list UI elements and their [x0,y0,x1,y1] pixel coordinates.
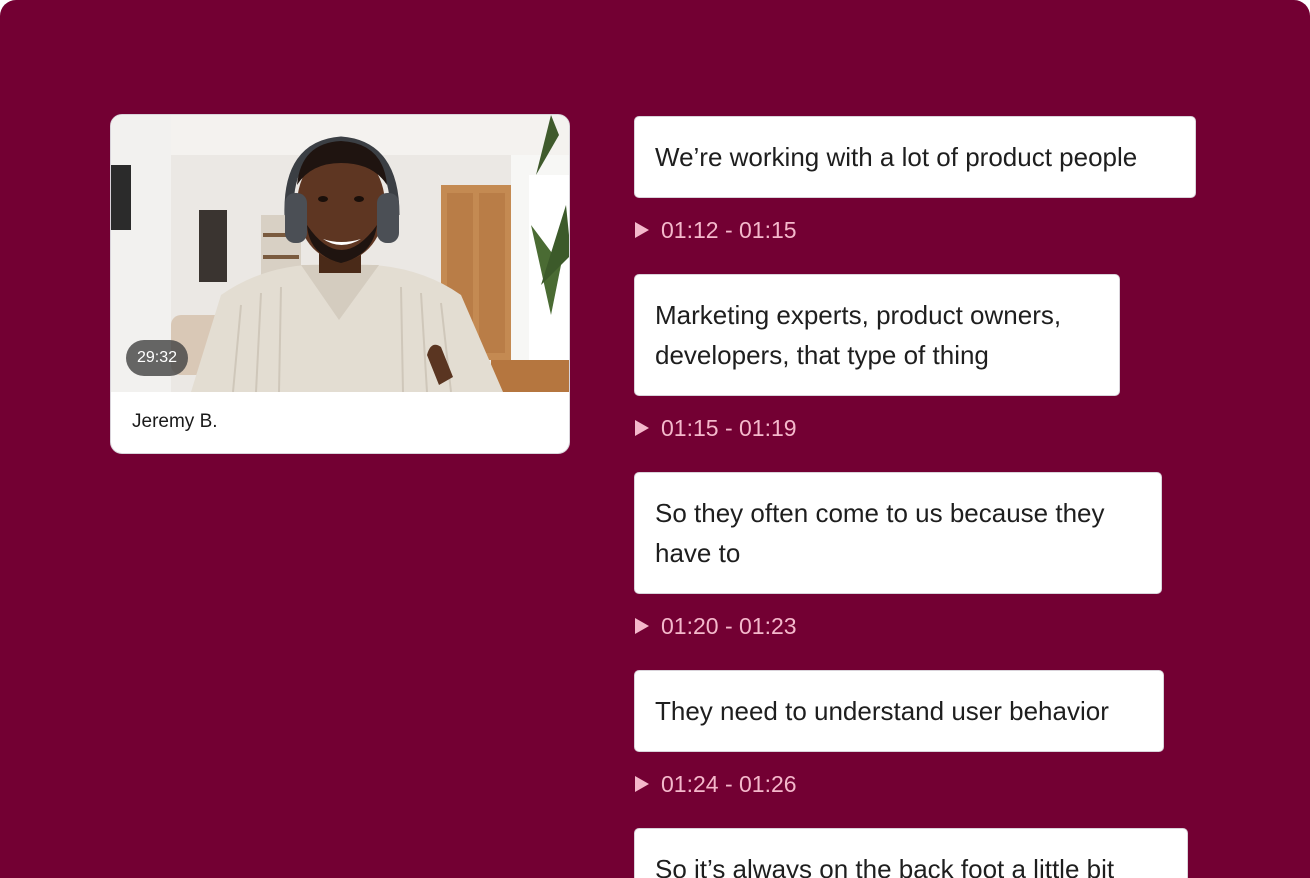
transcript-quote[interactable]: Marketing experts, product owners, devel… [634,274,1120,396]
transcript-quote[interactable]: We’re working with a lot of product peop… [634,116,1196,198]
play-icon[interactable] [635,618,649,634]
play-icon[interactable] [635,776,649,792]
play-icon[interactable] [635,222,649,238]
speaker-name: Jeremy B. [132,411,218,432]
timestamp-link[interactable]: 01:24 - 01:26 [634,770,1254,797]
transcript-entry: So they often come to us because they ha… [634,472,1254,639]
video-card[interactable]: 29:32 Jeremy B. [110,114,570,454]
video-duration-badge: 29:32 [126,340,189,376]
transcript-entry: We’re working with a lot of product peop… [634,116,1254,243]
transcript-quote[interactable]: They need to understand user behavior [634,670,1164,752]
transcript-entry: Marketing experts, product owners, devel… [634,274,1254,441]
timestamp-link[interactable]: 01:12 - 01:15 [634,216,1254,243]
timestamp-label: 01:20 - 01:23 [661,612,797,639]
video-thumbnail[interactable]: 29:32 [111,115,569,392]
timestamp-link[interactable]: 01:15 - 01:19 [634,414,1254,441]
timestamp-label: 01:12 - 01:15 [661,216,797,243]
transcript-entry: So it’s always on the back foot a little… [634,828,1254,878]
transcript-entry: They need to understand user behavior 01… [634,670,1254,797]
timestamp-link[interactable]: 01:20 - 01:23 [634,612,1254,639]
timestamp-label: 01:15 - 01:19 [661,414,797,441]
transcript-quote[interactable]: So it’s always on the back foot a little… [634,828,1188,878]
transcript-quote[interactable]: So they often come to us because they ha… [634,472,1162,594]
transcript-list: We’re working with a lot of product peop… [634,116,1254,878]
play-icon[interactable] [635,420,649,436]
app-canvas: 29:32 Jeremy B. We’re working with a lot… [0,0,1310,878]
timestamp-label: 01:24 - 01:26 [661,770,797,797]
